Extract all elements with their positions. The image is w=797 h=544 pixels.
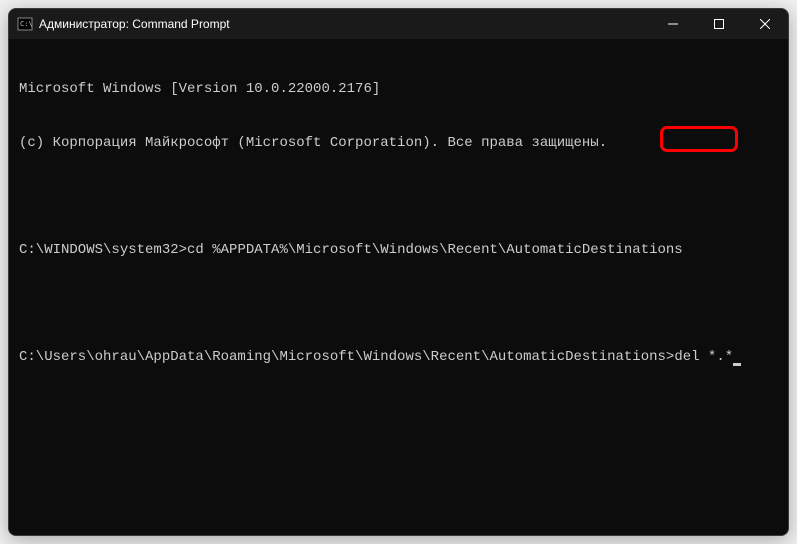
prompt-line-1: C:\WINDOWS\system32>cd %APPDATA%\Microso…: [19, 242, 778, 260]
titlebar[interactable]: C:\ Администратор: Command Prompt: [9, 9, 788, 39]
close-button[interactable]: [742, 9, 788, 39]
command-prompt-window: C:\ Администратор: Command Prompt Micros…: [8, 8, 789, 536]
svg-text:C:\: C:\: [20, 20, 33, 28]
blank-line: [19, 296, 778, 314]
prompt-line-2: C:\Users\ohrau\AppData\Roaming\Microsoft…: [19, 349, 778, 367]
version-line: Microsoft Windows [Version 10.0.22000.21…: [19, 81, 778, 99]
window-controls: [650, 9, 788, 39]
maximize-button[interactable]: [696, 9, 742, 39]
terminal-area[interactable]: Microsoft Windows [Version 10.0.22000.21…: [9, 39, 788, 535]
minimize-button[interactable]: [650, 9, 696, 39]
blank-line: [19, 188, 778, 206]
command-1: cd %APPDATA%\Microsoft\Windows\Recent\Au…: [187, 242, 683, 258]
prompt-path-2: C:\Users\ohrau\AppData\Roaming\Microsoft…: [19, 349, 674, 365]
command-2: del *.*: [674, 349, 733, 365]
copyright-line: (c) Корпорация Майкрософт (Microsoft Cor…: [19, 135, 778, 153]
prompt-path-1: C:\WINDOWS\system32>: [19, 242, 187, 258]
cmd-icon: C:\: [17, 16, 33, 32]
window-title: Администратор: Command Prompt: [39, 17, 650, 31]
cursor: [733, 363, 741, 366]
